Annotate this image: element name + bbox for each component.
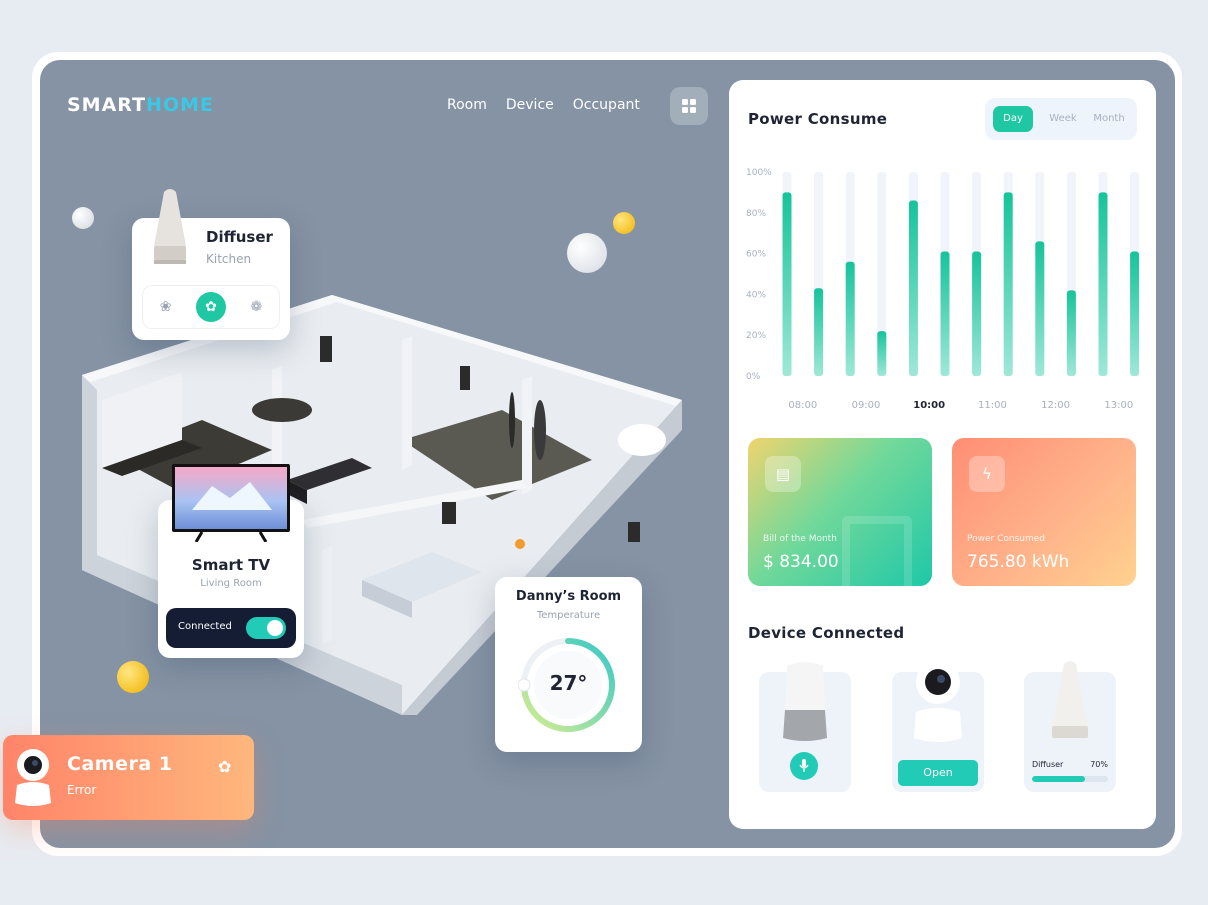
range-month[interactable]: Month bbox=[1087, 106, 1131, 132]
grid-menu-button[interactable] bbox=[670, 87, 708, 125]
mode-1-icon[interactable]: ❀ bbox=[151, 292, 181, 322]
room-temperature-label: Temperature bbox=[536, 610, 601, 621]
power-bar[interactable] bbox=[1130, 251, 1140, 376]
lightning-icon: ϟ bbox=[969, 456, 1005, 492]
x-tick-label: 11:00 bbox=[978, 400, 1007, 411]
power-bar[interactable] bbox=[908, 200, 918, 376]
range-week[interactable]: Week bbox=[1043, 106, 1083, 132]
room-title: Danny’s Room bbox=[515, 589, 622, 604]
camera-title: Camera 1 bbox=[67, 753, 173, 775]
power-consumed-card[interactable]: ϟ Power Consumed 765.80 kWh bbox=[952, 438, 1136, 586]
diffuser-device-name: Diffuser bbox=[1032, 760, 1064, 769]
bill-card[interactable]: ▤ Bill of the Month $ 834.00 bbox=[748, 438, 932, 586]
power-bar[interactable] bbox=[940, 251, 950, 376]
power-bar[interactable] bbox=[1003, 192, 1013, 376]
diffuser-device-percent: 70% bbox=[1090, 760, 1108, 769]
diffuser-level-fill bbox=[1032, 776, 1086, 782]
device-connected-title: Device Connected bbox=[748, 624, 905, 642]
tv-title: Smart TV bbox=[191, 556, 271, 574]
power-bar[interactable] bbox=[782, 192, 792, 376]
camera-status: Error bbox=[67, 783, 97, 797]
smart-speaker-icon bbox=[783, 662, 827, 741]
camera-device-icon bbox=[914, 660, 962, 742]
x-tick-label: 08:00 bbox=[788, 400, 817, 411]
tv-connection-status: Connected bbox=[178, 621, 232, 632]
x-tick-label: 12:00 bbox=[1041, 400, 1070, 411]
room-temperature-value: 27° bbox=[549, 671, 588, 695]
device-diffuser-card[interactable]: Diffuser 70% bbox=[1024, 661, 1116, 792]
diffuser-mode-selector: ❀ ✿ ❁ bbox=[142, 285, 280, 329]
diffuser-card[interactable]: Diffuser Kitchen ❀ ✿ ❁ bbox=[132, 189, 290, 340]
main-nav: Room Device Occupant bbox=[447, 97, 640, 113]
y-tick-label: 40% bbox=[746, 290, 766, 300]
power-consume-title: Power Consume bbox=[748, 110, 888, 128]
bill-label: Bill of the Month bbox=[763, 534, 837, 544]
power-bar[interactable] bbox=[1066, 290, 1076, 376]
tv-connection-bar: Connected bbox=[166, 608, 296, 648]
tv-location: Living Room bbox=[200, 578, 262, 589]
mode-2-icon[interactable]: ✿ bbox=[195, 292, 226, 322]
diffuser-level-bar[interactable] bbox=[1032, 776, 1108, 782]
y-tick-label: 60% bbox=[746, 250, 766, 260]
document-watermark-icon bbox=[842, 516, 912, 586]
dashboard-panel: Power Consume Day Week Month 100% 80% 60% 4… bbox=[729, 80, 1156, 829]
diffuser-device-icon bbox=[1052, 661, 1088, 738]
brand-name-part2: HOME bbox=[146, 94, 214, 116]
brand-logo[interactable]: SMARTHOME bbox=[67, 94, 214, 116]
power-bar[interactable] bbox=[1035, 241, 1045, 376]
x-tick-label: 10:00 bbox=[913, 400, 945, 411]
x-tick-label: 13:00 bbox=[1104, 400, 1133, 411]
grid-icon bbox=[682, 99, 696, 113]
camera-open-button[interactable]: Open bbox=[898, 760, 978, 786]
camera-device-icon bbox=[15, 749, 51, 806]
nav-room[interactable]: Room bbox=[447, 97, 487, 113]
smart-tv-card[interactable]: Smart TV Living Room Connected bbox=[158, 464, 304, 658]
nav-occupant[interactable]: Occupant bbox=[573, 97, 640, 113]
mode-3-icon[interactable]: ❁ bbox=[241, 292, 271, 322]
nav-device[interactable]: Device bbox=[506, 97, 554, 113]
power-bar[interactable] bbox=[1098, 192, 1108, 376]
diffuser-device-icon bbox=[154, 189, 186, 264]
power-consumed-label: Power Consumed bbox=[967, 534, 1045, 544]
gear-icon[interactable]: ✿ bbox=[218, 757, 231, 776]
power-bar[interactable] bbox=[877, 331, 887, 376]
orb-white-large bbox=[567, 233, 607, 273]
diffuser-title: Diffuser bbox=[206, 228, 273, 246]
device-camera-card[interactable]: Open bbox=[892, 660, 984, 792]
y-tick-label: 20% bbox=[746, 331, 766, 341]
brand-name-part1: SMART bbox=[67, 94, 147, 116]
x-tick-label: 09:00 bbox=[852, 400, 881, 411]
y-tick-label: 0% bbox=[746, 372, 761, 382]
y-tick-label: 80% bbox=[746, 209, 766, 219]
y-tick-label: 100% bbox=[746, 168, 772, 178]
device-speaker-card[interactable] bbox=[759, 662, 851, 792]
power-consumed-value: 765.80 kWh bbox=[967, 552, 1070, 572]
camera-card[interactable]: Camera 1 Error ✿ bbox=[3, 735, 254, 820]
time-range-selector: Day Week Month bbox=[985, 98, 1137, 140]
diffuser-location: Kitchen bbox=[206, 252, 252, 266]
orb-white-small bbox=[72, 207, 94, 229]
document-icon: ▤ bbox=[765, 456, 801, 492]
bill-value: $ 834.00 bbox=[763, 552, 839, 572]
power-consume-chart: 100% 80% 60% 40% 20% 0% 08:00 09:00 10:00 11:00 1… bbox=[746, 168, 1140, 411]
range-day[interactable]: Day bbox=[993, 106, 1033, 132]
power-bar[interactable] bbox=[845, 261, 855, 376]
tv-power-toggle[interactable] bbox=[246, 617, 286, 639]
power-bar[interactable] bbox=[972, 251, 982, 376]
microphone-icon[interactable] bbox=[790, 752, 818, 780]
tv-device-icon bbox=[172, 464, 290, 542]
power-bar[interactable] bbox=[814, 288, 824, 376]
orb-yellow-small bbox=[613, 212, 635, 234]
room-temperature-card[interactable]: Danny’s Room Temperature 27° bbox=[495, 577, 642, 752]
